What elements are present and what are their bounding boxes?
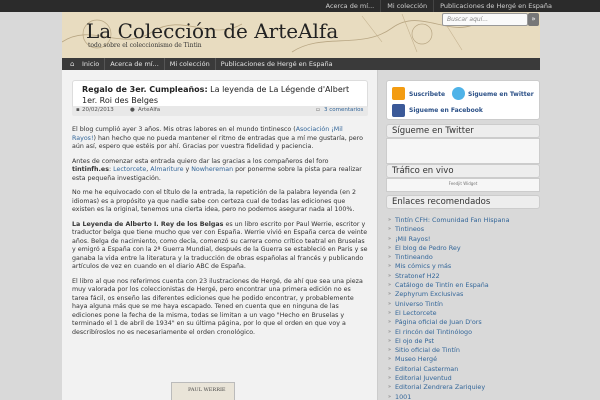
- book-cover-caption: PAUL WERRIE: [188, 387, 226, 393]
- top-bar: Acerca de mí... Mi colección Publicacion…: [0, 0, 600, 12]
- feedjit-link[interactable]: Feedjit Widget: [386, 181, 540, 186]
- post-author[interactable]: ArteAlfa: [138, 107, 160, 113]
- topnav-about[interactable]: Acerca de mí...: [320, 0, 381, 12]
- link-item[interactable]: El ojo de Pst: [386, 337, 540, 347]
- rss-icon[interactable]: [392, 87, 405, 100]
- link-item[interactable]: Mis cómics y más: [386, 262, 540, 272]
- nav-about[interactable]: Acerca de mí...: [105, 58, 165, 70]
- twitter-widget-title: Sígueme en Twitter: [386, 124, 540, 138]
- post-date: 20/02/2013: [82, 107, 114, 113]
- link-item[interactable]: Editorial Zendrera Zariquiey: [386, 383, 540, 393]
- paragraph-1: El blog cumplió ayer 3 años. Mis otras l…: [72, 126, 363, 150]
- social-widget: Suscribete Sigueme en Twitter Sigueme en…: [386, 80, 540, 120]
- book-cover-image[interactable]: PAUL WERRIE: [171, 382, 235, 400]
- paragraph-5: El libro al que nos referimos cuenta con…: [72, 277, 363, 336]
- main-nav: ⌂ Inicio Acerca de mí... Mi colección Pu…: [62, 58, 540, 70]
- post-meta: ▪ 20/02/2013 ● ArteAlfa ▫ 3 comentarios: [72, 106, 368, 116]
- link-item[interactable]: Tintín CFH: Comunidad Fan Hispana: [386, 216, 540, 226]
- subscribe-link[interactable]: Suscribete: [409, 91, 445, 98]
- nav-home[interactable]: Inicio: [77, 58, 106, 70]
- link-item[interactable]: Catálogo de Tintín en España: [386, 281, 540, 291]
- twitter-follow-link[interactable]: Sigueme en Twitter: [468, 91, 534, 98]
- link-item[interactable]: El rincón del Tintinólogo: [386, 328, 540, 338]
- link-lectorcete[interactable]: Lectorcete: [113, 166, 146, 173]
- traffic-widget-title: Tráfico en vivo: [386, 164, 540, 178]
- link-item[interactable]: ¡Mil Rayos!: [386, 235, 540, 245]
- link-item[interactable]: Zephyrum Exclusivas: [386, 290, 540, 300]
- topnav-publications[interactable]: Publicaciones de Hergé en España: [433, 0, 558, 12]
- link-item[interactable]: Sitio oficial de Tintín: [386, 346, 540, 356]
- paragraph-2: Antes de comenzar esta entrada quiero da…: [72, 157, 362, 182]
- link-nowhereman[interactable]: Nowhereman: [191, 166, 233, 173]
- author-icon: ●: [130, 107, 135, 113]
- link-item[interactable]: Tintineos: [386, 225, 540, 235]
- post-title[interactable]: Regalo de 3er. Cumpleaños: La leyenda de…: [82, 84, 364, 106]
- comments-icon: ▫: [316, 107, 320, 113]
- twitter-icon[interactable]: [452, 87, 465, 100]
- link-item[interactable]: Universo Tintín: [386, 300, 540, 310]
- recommended-links: Tintín CFH: Comunidad Fan Hispana Tintin…: [386, 216, 540, 400]
- post-body: El blog cumplió ayer 3 años. Mis otras l…: [72, 126, 368, 343]
- home-icon[interactable]: ⌂: [70, 60, 77, 68]
- link-item[interactable]: Tintineando: [386, 253, 540, 263]
- link-item[interactable]: Museo Hergé: [386, 355, 540, 365]
- search-button[interactable]: »: [528, 13, 539, 26]
- site-header: La Colección de ArteAlfa todo sobre el c…: [62, 12, 540, 58]
- nav-collection[interactable]: Mi colección: [165, 58, 216, 70]
- link-item[interactable]: El blog de Pedro Rey: [386, 244, 540, 254]
- site-subtitle: todo sobre el coleccionismo de Tintin: [88, 42, 202, 49]
- link-almariture[interactable]: Almariture: [150, 166, 183, 173]
- search-input[interactable]: Buscar aquí...: [442, 13, 528, 26]
- paragraph-4: La Leyenda de Alberto I. Rey de los Belg…: [72, 220, 368, 271]
- link-item[interactable]: El Lectorcete: [386, 309, 540, 319]
- paragraph-3: No me he equivocado con el título de la …: [72, 189, 357, 213]
- post-comments[interactable]: 3 comentarios: [324, 107, 363, 113]
- facebook-follow-link[interactable]: Sigueme en Facebook: [409, 107, 483, 114]
- link-item[interactable]: 1001: [386, 393, 540, 400]
- link-item[interactable]: Editorial Juventud: [386, 374, 540, 384]
- nav-publications[interactable]: Publicaciones de Hergé en España: [216, 58, 338, 70]
- link-item[interactable]: Página oficial de Juan D'ors: [386, 318, 540, 328]
- link-item[interactable]: Editorial Casterman: [386, 365, 540, 375]
- post-content-area: Regalo de 3er. Cumpleaños: La leyenda de…: [62, 70, 378, 400]
- site-title[interactable]: La Colección de ArteAlfa: [86, 19, 338, 43]
- twitter-widget-body: [386, 138, 540, 164]
- top-nav: Acerca de mí... Mi colección Publicacion…: [320, 0, 558, 12]
- link-tintinfh[interactable]: tintinfh.es: [72, 166, 109, 173]
- facebook-icon[interactable]: [392, 104, 405, 117]
- calendar-icon: ▪: [76, 107, 80, 113]
- post-title-bold: Regalo de 3er. Cumpleaños:: [82, 85, 208, 94]
- links-widget-title: Enlaces recomendados: [386, 195, 540, 209]
- link-item[interactable]: Stratonef H22: [386, 272, 540, 282]
- topnav-collection[interactable]: Mi colección: [380, 0, 433, 12]
